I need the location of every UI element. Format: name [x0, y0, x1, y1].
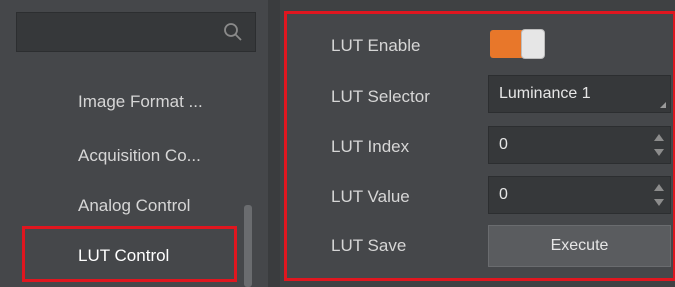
lut-save-label: LUT Save [331, 236, 407, 255]
toggle-knob [521, 29, 545, 59]
nav-item-analog-control[interactable]: Analog Control [78, 196, 190, 216]
lut-enable-toggle[interactable] [490, 29, 545, 59]
lut-value-value: 0 [499, 186, 508, 203]
increment-icon[interactable] [654, 134, 664, 141]
decrement-icon[interactable] [654, 149, 664, 156]
lut-selector-label: LUT Selector [331, 87, 430, 106]
execute-button[interactable]: Execute [488, 225, 671, 267]
increment-icon[interactable] [654, 184, 664, 191]
search-icon[interactable] [223, 22, 243, 42]
lut-value-label: LUT Value [331, 187, 410, 206]
lut-value-stepper[interactable]: 0 [488, 176, 671, 214]
decrement-icon[interactable] [654, 199, 664, 206]
dropdown-corner-icon [660, 102, 666, 108]
lut-index-label: LUT Index [331, 137, 410, 156]
lut-enable-label: LUT Enable [331, 36, 421, 55]
selection-highlight [22, 226, 237, 282]
lut-selector-dropdown[interactable]: Luminance 1 [488, 75, 671, 113]
lut-index-value: 0 [499, 136, 508, 153]
lut-index-stepper[interactable]: 0 [488, 126, 671, 164]
scrollbar-thumb[interactable] [244, 205, 252, 287]
nav-item-acquisition-control[interactable]: Acquisition Co... [78, 146, 201, 166]
search-input[interactable] [16, 12, 256, 52]
nav-item-image-format[interactable]: Image Format ... [78, 92, 203, 112]
panel-divider[interactable] [268, 0, 280, 287]
lut-selector-value: Luminance 1 [499, 85, 591, 102]
properties-panel: LUT Enable LUT Selector Luminance 1 LUT … [284, 11, 675, 281]
feature-tree-panel: Image Format ... Acquisition Co... Analo… [0, 0, 268, 287]
